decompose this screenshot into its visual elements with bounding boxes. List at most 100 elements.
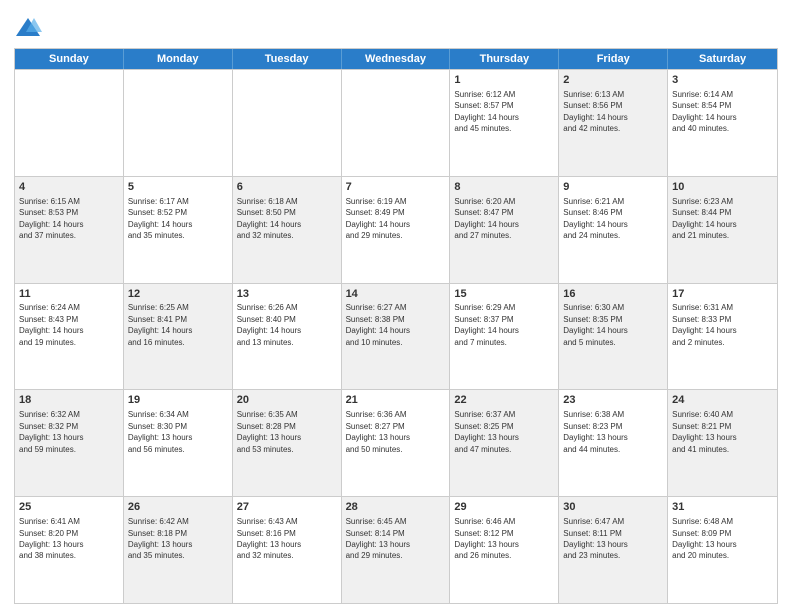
cal-cell: 31 Sunrise: 6:48 AM Sunset: 8:09 PM Dayli… xyxy=(668,497,777,603)
cal-cell xyxy=(342,70,451,176)
day-number: 3 xyxy=(672,73,773,88)
day-info: Sunrise: 6:18 AM Sunset: 8:50 PM Dayligh… xyxy=(237,197,301,240)
cal-cell: 8Sunrise: 6:20 AM Sunset: 8:47 PM Daylig… xyxy=(450,177,559,283)
day-number: 7 xyxy=(346,180,446,195)
calendar-week-4: 18 Sunrise: 6:32 AM Sunset: 8:32 PM Dayli… xyxy=(15,389,777,496)
cal-cell: 27Sunrise: 6:43 AM Sunset: 8:16 PM Dayli… xyxy=(233,497,342,603)
cal-cell: 20 Sunrise: 6:35 AM Sunset: 8:28 PM Dayli… xyxy=(233,390,342,496)
day-number: 27 xyxy=(237,500,337,515)
cal-cell: 16Sunrise: 6:30 AM Sunset: 8:35 PM Dayli… xyxy=(559,284,668,390)
day-info: Sunrise: 6:47 AM Sunset: 8:11 PM Dayligh… xyxy=(563,517,627,560)
day-number: 2 xyxy=(563,73,663,88)
day-info: Sunrise: 6:14 AM Sunset: 8:54 PM Dayligh… xyxy=(672,90,736,133)
cal-cell xyxy=(15,70,124,176)
day-number: 4 xyxy=(19,180,119,195)
day-number: 14 xyxy=(346,287,446,302)
day-number: 13 xyxy=(237,287,337,302)
day-number: 15 xyxy=(454,287,554,302)
day-number: 29 xyxy=(454,500,554,515)
day-number: 24 xyxy=(672,393,773,408)
day-number: 5 xyxy=(128,180,228,195)
day-number: 18 xyxy=(19,393,119,408)
day-number: 21 xyxy=(346,393,446,408)
cal-cell: 30 Sunrise: 6:47 AM Sunset: 8:11 PM Dayli… xyxy=(559,497,668,603)
day-info: Sunrise: 6:30 AM Sunset: 8:35 PM Dayligh… xyxy=(563,303,627,346)
day-info: Sunrise: 6:42 AM Sunset: 8:18 PM Dayligh… xyxy=(128,517,192,560)
logo-icon xyxy=(14,14,42,42)
day-number: 28 xyxy=(346,500,446,515)
day-info: Sunrise: 6:32 AM Sunset: 8:32 PM Dayligh… xyxy=(19,410,83,453)
cal-cell: 28 Sunrise: 6:45 AM Sunset: 8:14 PM Dayli… xyxy=(342,497,451,603)
day-info: Sunrise: 6:34 AM Sunset: 8:30 PM Dayligh… xyxy=(128,410,192,453)
cal-cell: 18 Sunrise: 6:32 AM Sunset: 8:32 PM Dayli… xyxy=(15,390,124,496)
day-info: Sunrise: 6:40 AM Sunset: 8:21 PM Dayligh… xyxy=(672,410,736,453)
cal-cell: 1Sunrise: 6:12 AM Sunset: 8:57 PM Daylig… xyxy=(450,70,559,176)
day-number: 6 xyxy=(237,180,337,195)
logo xyxy=(14,14,45,42)
day-number: 30 xyxy=(563,500,663,515)
day-info: Sunrise: 6:21 AM Sunset: 8:46 PM Dayligh… xyxy=(563,197,627,240)
day-info: Sunrise: 6:17 AM Sunset: 8:52 PM Dayligh… xyxy=(128,197,192,240)
day-number: 17 xyxy=(672,287,773,302)
calendar-body: 1Sunrise: 6:12 AM Sunset: 8:57 PM Daylig… xyxy=(15,69,777,603)
calendar-week-1: 1Sunrise: 6:12 AM Sunset: 8:57 PM Daylig… xyxy=(15,69,777,176)
cal-cell: 22Sunrise: 6:37 AM Sunset: 8:25 PM Dayli… xyxy=(450,390,559,496)
day-info: Sunrise: 6:13 AM Sunset: 8:56 PM Dayligh… xyxy=(563,90,627,133)
cal-cell: 19Sunrise: 6:34 AM Sunset: 8:30 PM Dayli… xyxy=(124,390,233,496)
cal-cell: 11Sunrise: 6:24 AM Sunset: 8:43 PM Dayli… xyxy=(15,284,124,390)
day-number: 9 xyxy=(563,180,663,195)
cal-cell: 2 Sunrise: 6:13 AM Sunset: 8:56 PM Daylig… xyxy=(559,70,668,176)
header xyxy=(14,10,778,42)
calendar: SundayMondayTuesdayWednesdayThursdayFrid… xyxy=(14,48,778,604)
day-info: Sunrise: 6:29 AM Sunset: 8:37 PM Dayligh… xyxy=(454,303,518,346)
day-info: Sunrise: 6:35 AM Sunset: 8:28 PM Dayligh… xyxy=(237,410,301,453)
day-info: Sunrise: 6:48 AM Sunset: 8:09 PM Dayligh… xyxy=(672,517,736,560)
header-day-thursday: Thursday xyxy=(450,49,559,69)
day-number: 8 xyxy=(454,180,554,195)
cal-cell: 15Sunrise: 6:29 AM Sunset: 8:37 PM Dayli… xyxy=(450,284,559,390)
day-info: Sunrise: 6:12 AM Sunset: 8:57 PM Dayligh… xyxy=(454,90,518,133)
day-number: 11 xyxy=(19,287,119,302)
cal-cell: 25Sunrise: 6:41 AM Sunset: 8:20 PM Dayli… xyxy=(15,497,124,603)
day-info: Sunrise: 6:26 AM Sunset: 8:40 PM Dayligh… xyxy=(237,303,301,346)
day-number: 23 xyxy=(563,393,663,408)
day-info: Sunrise: 6:15 AM Sunset: 8:53 PM Dayligh… xyxy=(19,197,83,240)
day-info: Sunrise: 6:23 AM Sunset: 8:44 PM Dayligh… xyxy=(672,197,736,240)
header-day-sunday: Sunday xyxy=(15,49,124,69)
cal-cell: 24 Sunrise: 6:40 AM Sunset: 8:21 PM Dayli… xyxy=(668,390,777,496)
day-number: 12 xyxy=(128,287,228,302)
cal-cell xyxy=(124,70,233,176)
cal-cell: 17Sunrise: 6:31 AM Sunset: 8:33 PM Dayli… xyxy=(668,284,777,390)
cal-cell: 4 Sunrise: 6:15 AM Sunset: 8:53 PM Daylig… xyxy=(15,177,124,283)
day-info: Sunrise: 6:25 AM Sunset: 8:41 PM Dayligh… xyxy=(128,303,192,346)
day-info: Sunrise: 6:36 AM Sunset: 8:27 PM Dayligh… xyxy=(346,410,410,453)
day-number: 10 xyxy=(672,180,773,195)
header-day-saturday: Saturday xyxy=(668,49,777,69)
day-number: 16 xyxy=(563,287,663,302)
day-info: Sunrise: 6:31 AM Sunset: 8:33 PM Dayligh… xyxy=(672,303,736,346)
calendar-week-5: 25Sunrise: 6:41 AM Sunset: 8:20 PM Dayli… xyxy=(15,496,777,603)
cal-cell: 13Sunrise: 6:26 AM Sunset: 8:40 PM Dayli… xyxy=(233,284,342,390)
cal-cell xyxy=(233,70,342,176)
cal-cell: 6 Sunrise: 6:18 AM Sunset: 8:50 PM Daylig… xyxy=(233,177,342,283)
header-day-friday: Friday xyxy=(559,49,668,69)
day-info: Sunrise: 6:19 AM Sunset: 8:49 PM Dayligh… xyxy=(346,197,410,240)
calendar-week-3: 11Sunrise: 6:24 AM Sunset: 8:43 PM Dayli… xyxy=(15,283,777,390)
day-number: 22 xyxy=(454,393,554,408)
cal-cell: 23 Sunrise: 6:38 AM Sunset: 8:23 PM Dayli… xyxy=(559,390,668,496)
day-info: Sunrise: 6:45 AM Sunset: 8:14 PM Dayligh… xyxy=(346,517,410,560)
day-info: Sunrise: 6:41 AM Sunset: 8:20 PM Dayligh… xyxy=(19,517,83,560)
cal-cell: 9 Sunrise: 6:21 AM Sunset: 8:46 PM Daylig… xyxy=(559,177,668,283)
day-info: Sunrise: 6:46 AM Sunset: 8:12 PM Dayligh… xyxy=(454,517,518,560)
header-day-monday: Monday xyxy=(124,49,233,69)
day-info: Sunrise: 6:38 AM Sunset: 8:23 PM Dayligh… xyxy=(563,410,627,453)
day-number: 31 xyxy=(672,500,773,515)
cal-cell: 7 Sunrise: 6:19 AM Sunset: 8:49 PM Daylig… xyxy=(342,177,451,283)
cal-cell: 12Sunrise: 6:25 AM Sunset: 8:41 PM Dayli… xyxy=(124,284,233,390)
cal-cell: 29 Sunrise: 6:46 AM Sunset: 8:12 PM Dayli… xyxy=(450,497,559,603)
page: SundayMondayTuesdayWednesdayThursdayFrid… xyxy=(0,0,792,612)
day-number: 20 xyxy=(237,393,337,408)
calendar-week-2: 4 Sunrise: 6:15 AM Sunset: 8:53 PM Daylig… xyxy=(15,176,777,283)
day-info: Sunrise: 6:24 AM Sunset: 8:43 PM Dayligh… xyxy=(19,303,83,346)
cal-cell: 3 Sunrise: 6:14 AM Sunset: 8:54 PM Daylig… xyxy=(668,70,777,176)
